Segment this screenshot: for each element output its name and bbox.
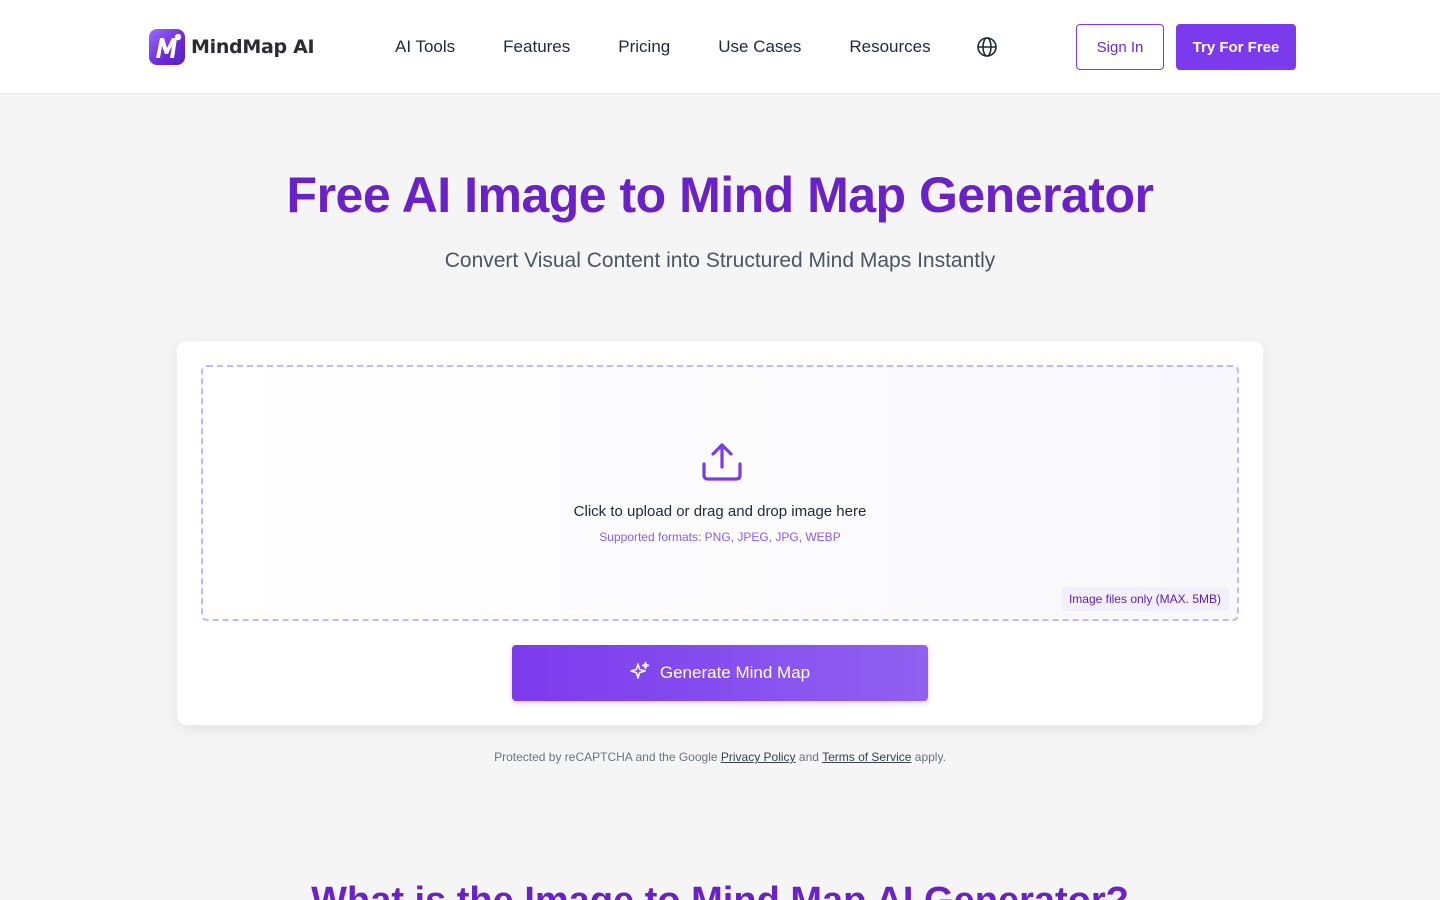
nav-use-cases[interactable]: Use Cases — [718, 36, 801, 58]
terms-of-service-link[interactable]: Terms of Service — [822, 750, 911, 764]
sparkles-icon — [630, 661, 650, 686]
upload-card: Click to upload or drag and drop image h… — [177, 341, 1263, 725]
recaptcha-suffix: apply. — [914, 750, 946, 764]
supported-formats: Supported formats: PNG, JPEG, JPG, WEBP — [599, 530, 841, 544]
nav-features[interactable]: Features — [503, 36, 570, 58]
main-nav: AI Tools Features Pricing Use Cases Reso… — [395, 36, 979, 58]
section-title: What is the Image to Mind Map AI Generat… — [0, 880, 1440, 900]
dropzone-prompt: Click to upload or drag and drop image h… — [573, 503, 867, 520]
recaptcha-notice: Protected by reCAPTCHA and the Google Pr… — [0, 750, 1440, 764]
generate-mind-map-button[interactable]: Generate Mind Map — [512, 645, 928, 701]
brand-name: MindMap AI — [191, 35, 315, 58]
logo-mark-icon — [149, 28, 185, 65]
brand-logo[interactable]: MindMap AI — [149, 28, 315, 65]
try-for-free-button[interactable]: Try For Free — [1176, 24, 1296, 70]
sign-in-button[interactable]: Sign In — [1076, 24, 1164, 70]
page-title: Free AI Image to Mind Map Generator — [286, 167, 1154, 223]
recaptcha-prefix: Protected by reCAPTCHA and the Google — [494, 750, 718, 764]
site-header: MindMap AI AI Tools Features Pricing Use… — [0, 0, 1440, 94]
page-subtitle: Convert Visual Content into Structured M… — [444, 249, 996, 272]
nav-resources[interactable]: Resources — [849, 36, 930, 58]
nav-pricing[interactable]: Pricing — [618, 36, 670, 58]
file-limit-badge: Image files only (MAX. 5MB) — [1060, 587, 1229, 611]
generate-label: Generate Mind Map — [659, 663, 811, 682]
image-dropzone[interactable]: Click to upload or drag and drop image h… — [201, 365, 1239, 621]
upload-icon — [700, 439, 744, 483]
privacy-policy-link[interactable]: Privacy Policy — [721, 750, 796, 764]
globe-icon[interactable] — [976, 36, 998, 58]
nav-ai-tools[interactable]: AI Tools — [395, 36, 455, 58]
recaptcha-and: and — [798, 750, 819, 764]
